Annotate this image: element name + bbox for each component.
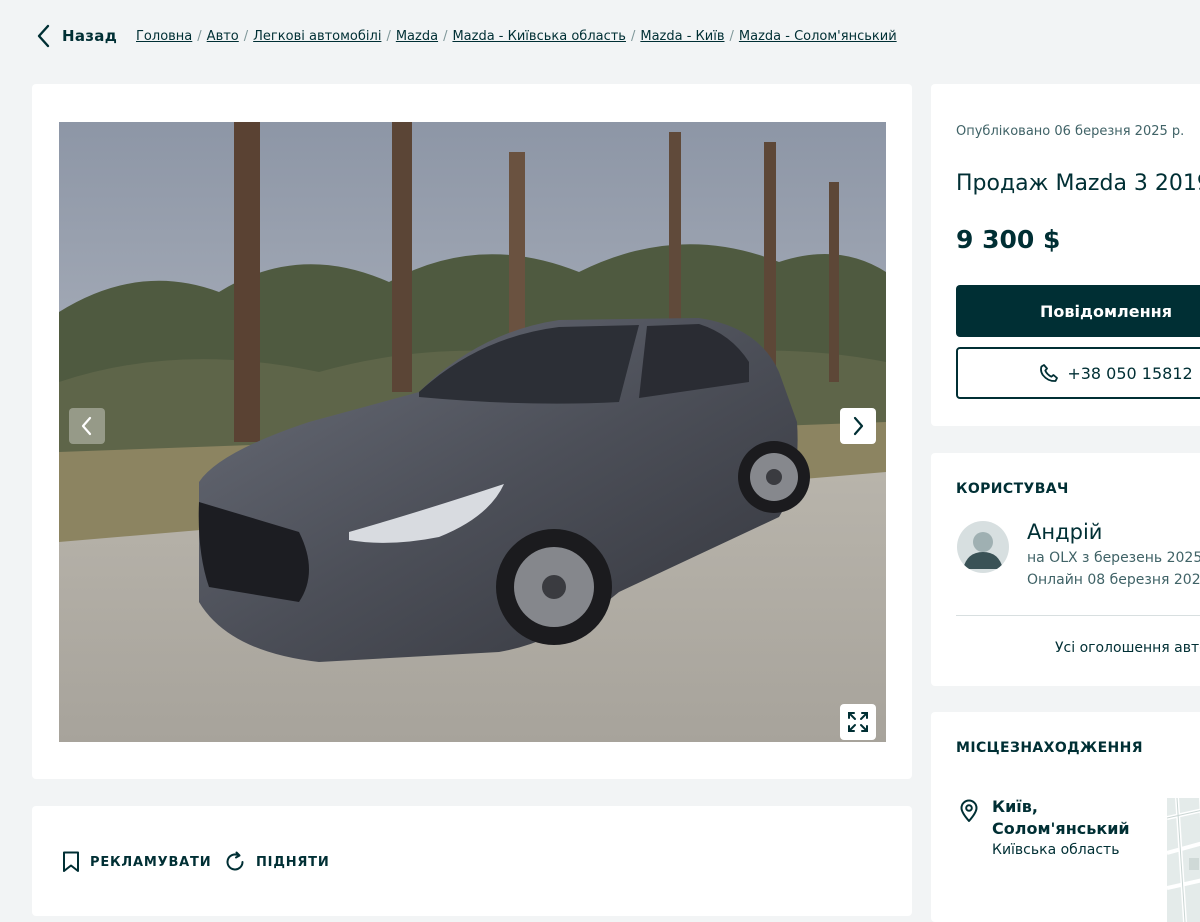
promote-label: РЕКЛАМУВАТИ — [90, 854, 212, 870]
chevron-left-icon — [37, 24, 50, 48]
location-section-title: МІСЦЕЗНАХОДЖЕННЯ — [956, 740, 1143, 756]
all-seller-ads-link[interactable]: Усі оголошення автора — [1055, 640, 1200, 656]
breadcrumb-mazda-city[interactable]: Mazda - Київ — [640, 29, 724, 44]
breadcrumb-mazda[interactable]: Mazda — [396, 29, 438, 44]
seller-member-since: на OLX з березень 2025 — [1027, 550, 1200, 566]
seller-section-title: КОРИСТУВАЧ — [956, 481, 1069, 497]
map-illustration — [1167, 798, 1200, 922]
divider — [956, 615, 1200, 616]
breadcrumb-separator: / — [243, 29, 249, 44]
breadcrumb-cars[interactable]: Легкові автомобілі — [253, 29, 381, 44]
user-avatar-icon — [957, 521, 1009, 573]
breadcrumb-auto[interactable]: Авто — [207, 29, 239, 44]
seller-name[interactable]: Андрій — [1027, 520, 1102, 544]
next-photo-button[interactable] — [840, 408, 876, 444]
breadcrumb-mazda-region[interactable]: Mazda - Київська область — [452, 29, 626, 44]
raise-label: ПІДНЯТИ — [256, 854, 330, 870]
location-region: Київська область — [992, 842, 1120, 858]
seller-last-online: Онлайн 08 березня 2025 — [1027, 572, 1200, 588]
expand-icon — [848, 712, 868, 732]
breadcrumb-separator: / — [630, 29, 636, 44]
breadcrumb-separator: / — [386, 29, 391, 44]
seller-card: КОРИСТУВАЧ Андрій на OLX з березень 2025… — [931, 453, 1200, 686]
refresh-icon — [226, 851, 244, 871]
gallery-card — [32, 84, 912, 779]
breadcrumb-separator: / — [197, 29, 202, 44]
avatar[interactable] — [957, 521, 1009, 573]
listing-actions-card: РЕКЛАМУВАТИ ПІДНЯТИ — [32, 806, 912, 916]
location-district: Солом'янський — [992, 819, 1130, 838]
message-button-label: Повідомлення — [1040, 301, 1172, 321]
location-city: Київ, Солом'янський — [992, 796, 1130, 840]
breadcrumb-home[interactable]: Головна — [136, 29, 192, 44]
breadcrumb-separator: / — [729, 29, 734, 44]
phone-icon — [1040, 364, 1059, 382]
message-button[interactable]: Повідомлення — [956, 285, 1200, 337]
listing-price: 9 300 $ — [956, 225, 1061, 254]
location-city-name: Київ, — [992, 797, 1038, 816]
promote-button[interactable]: РЕКЛАМУВАТИ — [62, 851, 211, 873]
raise-button[interactable]: ПІДНЯТИ — [224, 851, 330, 873]
location-card: МІСЦЕЗНАХОДЖЕННЯ Київ, Солом'янський Киї… — [931, 712, 1200, 922]
breadcrumb-mazda-district[interactable]: Mazda - Солом'янський — [739, 29, 897, 44]
published-date: Опубліковано 06 березня 2025 р. — [956, 124, 1185, 139]
back-label: Назад — [62, 27, 118, 45]
car-photo-illustration — [59, 122, 886, 742]
chevron-right-icon — [853, 416, 864, 436]
chevron-left-icon — [81, 416, 92, 436]
show-phone-button[interactable]: +38 050 15812 — [956, 347, 1200, 399]
map-pin-icon — [959, 799, 979, 827]
back-button[interactable]: Назад — [36, 24, 117, 48]
fullscreen-button[interactable] — [840, 704, 876, 740]
phone-number: +38 050 15812 — [1067, 363, 1193, 383]
listing-photo[interactable] — [59, 122, 886, 742]
listing-info-card: Опубліковано 06 березня 2025 р. Продаж M… — [931, 84, 1200, 426]
bookmark-icon — [63, 851, 79, 872]
listing-title: Продаж Mazda 3 2019 — [956, 171, 1200, 196]
map-preview[interactable] — [1167, 798, 1200, 922]
breadcrumb-separator: / — [443, 29, 448, 44]
breadcrumb: Головна / Авто / Легкові автомобілі / Mazda / Ma… — [136, 29, 897, 44]
previous-photo-button[interactable] — [69, 408, 105, 444]
